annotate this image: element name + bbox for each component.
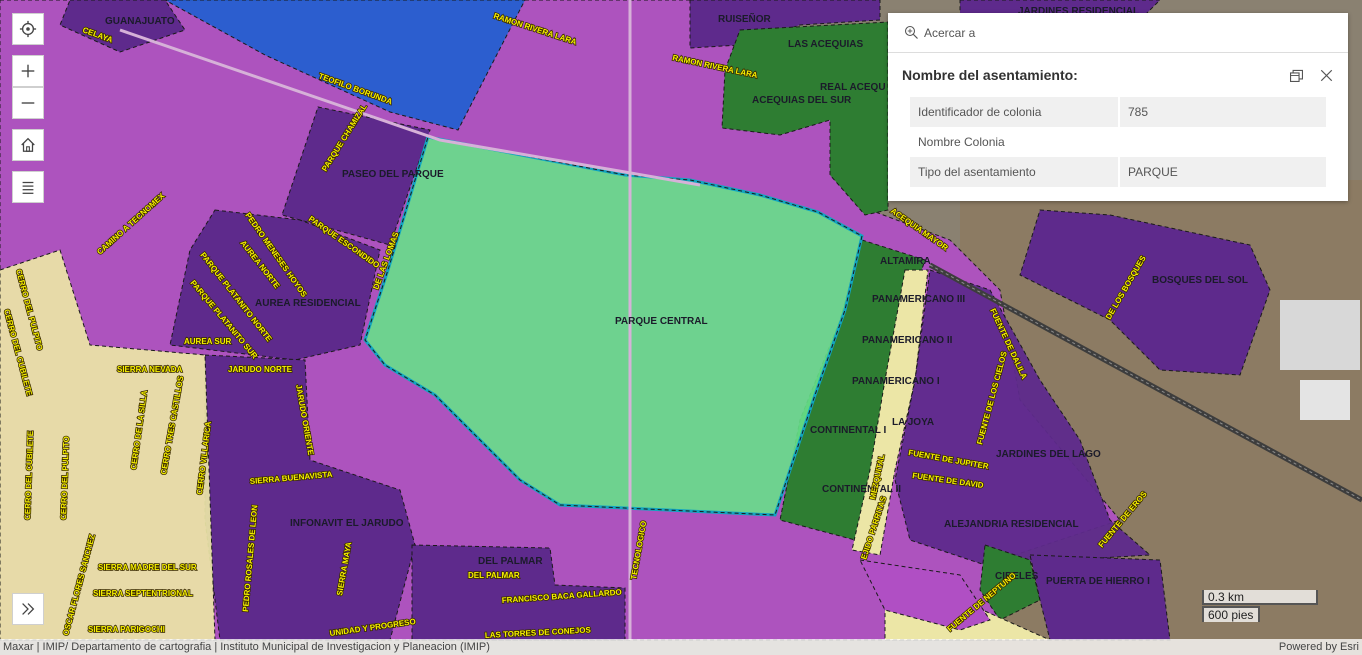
street-sierra-septentrional: SIERRA SEPTENTRIONAL <box>93 589 193 598</box>
label-paseo-del-parque: PASEO DEL PARQUE <box>342 169 444 180</box>
label-continental-ii: CONTINENTAL II <box>822 484 901 495</box>
expand-button[interactable] <box>12 593 44 625</box>
label-puerta-de-hierro-i: PUERTA DE HIERRO I <box>1046 576 1150 587</box>
label-continental-i: CONTINENTAL I <box>810 425 887 436</box>
label-las-acequias: LAS ACEQUIAS <box>788 39 864 50</box>
scale-bar: 0.3 km 600 pies <box>1202 590 1318 622</box>
home-icon <box>21 137 35 152</box>
attribute-value: PARQUE <box>1119 157 1326 187</box>
plus-icon <box>21 64 35 78</box>
zoom-to-action[interactable]: Acercar a <box>888 13 1348 53</box>
label-bosques-del-sol: BOSQUES DEL SOL <box>1152 275 1248 286</box>
street-aurea-sur: AUREA SUR <box>184 337 231 346</box>
attribute-key: Tipo del asentamiento <box>910 157 1120 187</box>
label-panamericano-i: PANAMERICANO I <box>852 376 940 387</box>
dock-button[interactable] <box>1286 65 1306 85</box>
zoom-magnifier-icon <box>904 25 918 39</box>
attribute-table: Identificador de colonia 785 Nombre Colo… <box>910 97 1326 187</box>
street-sierra-nevada: SIERRA NEVADA <box>117 365 183 374</box>
label-la-joya: LA JOYA <box>892 417 934 428</box>
close-button[interactable] <box>1316 65 1336 85</box>
zoom-out-button[interactable] <box>12 87 44 119</box>
building-east <box>1280 300 1360 370</box>
locate-button[interactable] <box>12 13 44 45</box>
label-panamericano-iii: PANAMERICANO III <box>872 294 965 305</box>
zoom-in-button[interactable] <box>12 55 44 87</box>
street-jarudo-norte: JARUDO NORTE <box>228 365 293 374</box>
zoom-to-label: Acercar a <box>924 25 976 40</box>
popup-header: Nombre del asentamiento: <box>888 53 1348 97</box>
label-ruisenor: RUISEÑOR <box>718 12 772 25</box>
attribute-key: Nombre Colonia <box>910 127 1120 157</box>
label-real-acequ: REAL ACEQU <box>820 82 886 93</box>
street-sierra-madre-del-sur: SIERRA MADRE DEL SUR <box>98 563 197 572</box>
attribute-value <box>1119 127 1326 157</box>
attribution-bar[interactable]: Maxar | IMIP/ Departamento de cartografi… <box>0 639 1362 655</box>
scale-km: 0.3 km <box>1202 590 1318 605</box>
label-panamericano-ii: PANAMERICANO II <box>862 335 953 346</box>
label-altamira: ALTAMIRA <box>880 256 931 267</box>
street-del-palmar: DEL PALMAR <box>468 571 520 580</box>
popup-title: Nombre del asentamiento: <box>902 67 1078 83</box>
minus-icon <box>21 102 35 104</box>
list-icon <box>22 181 34 194</box>
close-icon <box>1320 69 1332 81</box>
building-east-2 <box>1300 380 1350 420</box>
attribution-text: Maxar | IMIP/ Departamento de cartografi… <box>3 641 490 653</box>
feature-popup[interactable]: Acercar a Nombre del asentamiento: Ident… <box>888 13 1348 201</box>
label-alejandria-residencial: ALEJANDRIA RESIDENCIAL <box>944 519 1079 530</box>
dock-icon <box>1289 69 1303 82</box>
zone-puerta-de-hierro[interactable] <box>1029 554 1171 641</box>
label-del-palmar: DEL PALMAR <box>478 556 543 567</box>
chevron-double-right-icon <box>22 603 35 615</box>
label-jardines-del-lago: JARDINES DEL LAGO <box>996 449 1101 460</box>
locate-icon <box>19 20 37 38</box>
legend-button[interactable] <box>12 171 44 203</box>
attribute-value: 785 <box>1119 97 1326 127</box>
label-aurea-residencial: AUREA RESIDENCIAL <box>255 298 361 309</box>
label-acequias-del-sur: ACEQUIAS DEL SUR <box>752 95 852 106</box>
street-sierra-parigochi: SIERRA PARIGOCHI <box>88 625 165 634</box>
label-parque-central: PARQUE CENTRAL <box>615 316 708 327</box>
attribute-key: Identificador de colonia <box>910 97 1120 127</box>
table-row: Tipo del asentamiento PARQUE <box>910 157 1326 187</box>
table-row: Nombre Colonia <box>910 127 1326 157</box>
powered-by-esri-link[interactable]: Powered by Esri <box>1279 639 1359 655</box>
scale-feet: 600 pies <box>1202 606 1260 622</box>
table-row: Identificador de colonia 785 <box>910 97 1326 127</box>
label-guanajuato: GUANAJUATO <box>105 16 175 27</box>
label-infonavit-el-jarudo: INFONAVIT EL JARUDO <box>290 518 404 529</box>
home-button[interactable] <box>12 129 44 161</box>
